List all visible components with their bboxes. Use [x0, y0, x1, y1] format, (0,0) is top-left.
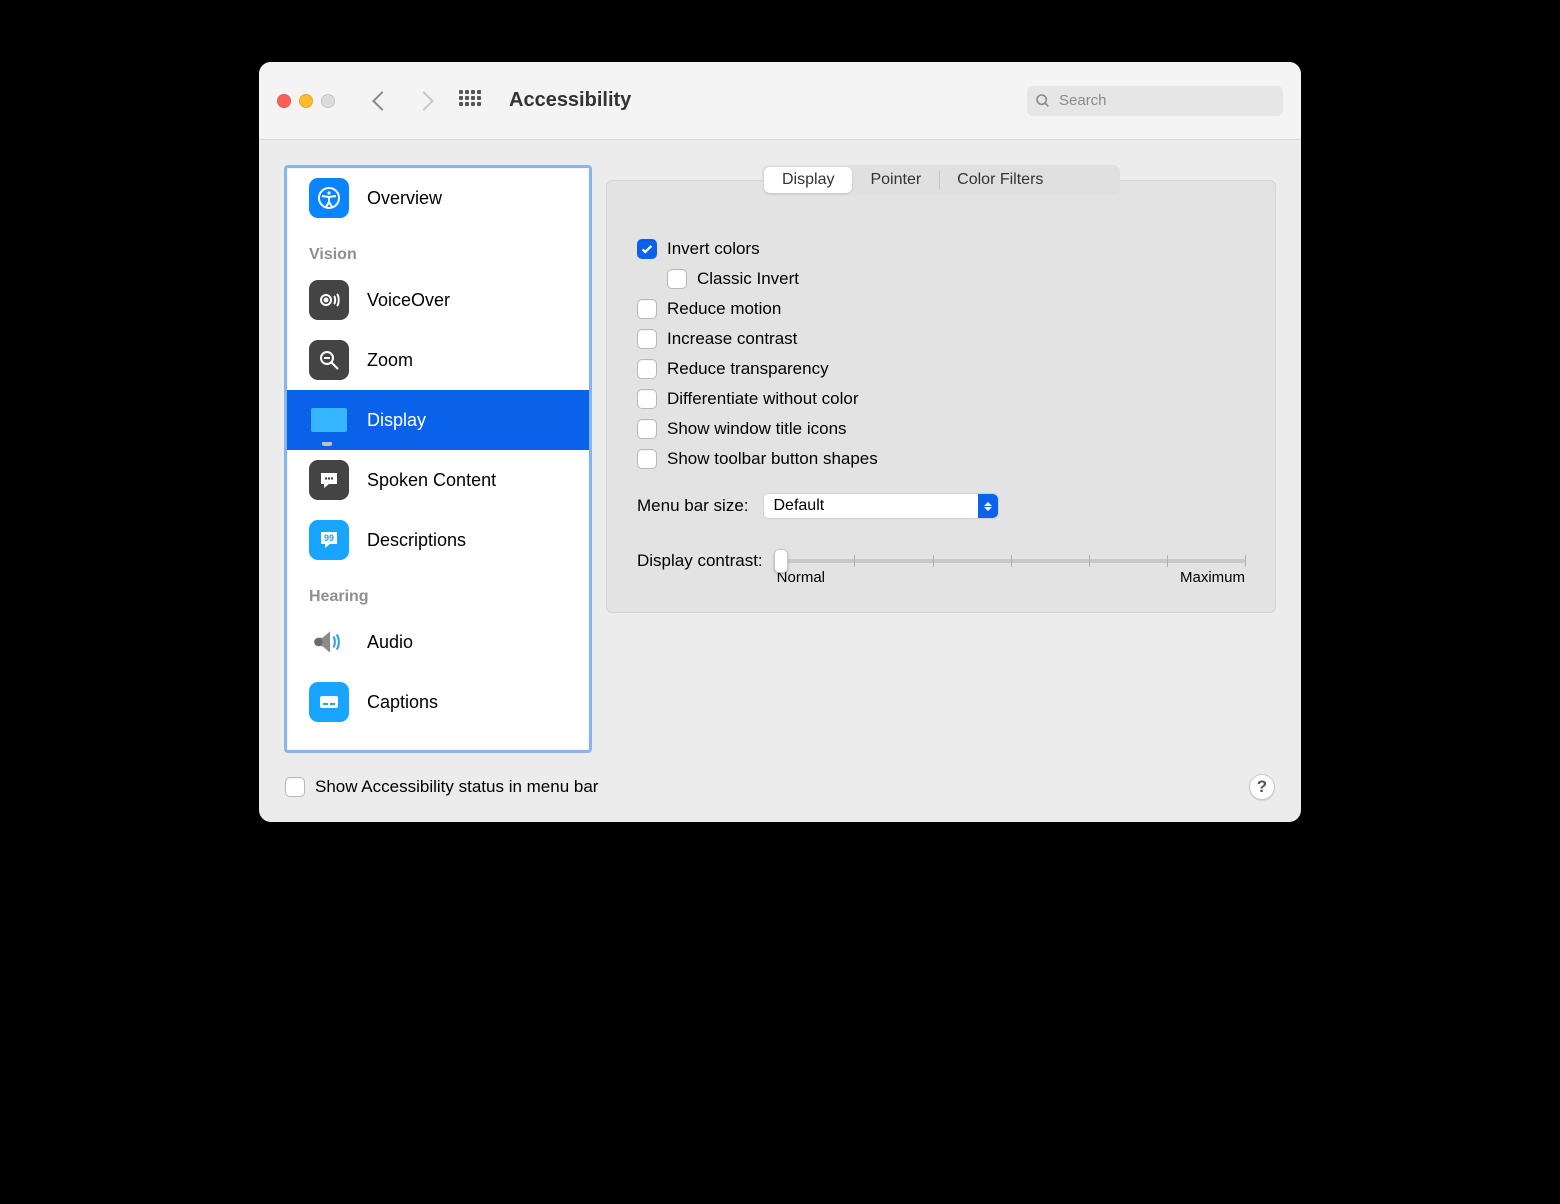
- slider-thumb[interactable]: [774, 549, 788, 573]
- sidebar-item-zoom[interactable]: Zoom: [287, 330, 589, 390]
- minimize-button[interactable]: [299, 94, 313, 108]
- accessibility-icon: [309, 178, 349, 218]
- classic-invert-checkbox[interactable]: [667, 269, 687, 289]
- sidebar-item-label: Audio: [367, 632, 413, 653]
- select-arrows-icon: [978, 494, 998, 518]
- search-input[interactable]: [1057, 91, 1275, 110]
- status-in-menu-bar-label: Show Accessibility status in menu bar: [315, 777, 598, 797]
- window-title: Accessibility: [509, 89, 631, 112]
- reduce-motion-checkbox[interactable]: [637, 299, 657, 319]
- svg-text:99: 99: [324, 533, 334, 543]
- display-icon: [309, 400, 349, 440]
- sidebar: Overview Vision VoiceOver Zoom: [284, 165, 592, 753]
- sidebar-item-voiceover[interactable]: VoiceOver: [287, 270, 589, 330]
- slider-max-label: Maximum: [1180, 569, 1245, 586]
- show-title-icons-label: Show window title icons: [667, 419, 847, 439]
- voiceover-icon: [309, 280, 349, 320]
- sidebar-item-spoken-content[interactable]: Spoken Content: [287, 450, 589, 510]
- menu-bar-size-select[interactable]: Default: [763, 493, 999, 519]
- forward-button: [414, 91, 434, 111]
- display-contrast-slider[interactable]: [777, 559, 1245, 563]
- spoken-content-icon: [309, 460, 349, 500]
- sidebar-item-label: Spoken Content: [367, 470, 496, 491]
- sidebar-item-audio[interactable]: Audio: [287, 612, 589, 672]
- nav-arrows: [375, 94, 431, 108]
- status-in-menu-bar-checkbox[interactable]: [285, 777, 305, 797]
- tabs: Display Pointer Color Filters: [762, 165, 1120, 195]
- tab-display[interactable]: Display: [764, 167, 852, 193]
- footer: Show Accessibility status in menu bar ?: [259, 774, 1301, 822]
- increase-contrast-label: Increase contrast: [667, 329, 797, 349]
- show-title-icons-checkbox[interactable]: [637, 419, 657, 439]
- reduce-transparency-checkbox[interactable]: [637, 359, 657, 379]
- section-header-vision: Vision: [287, 228, 589, 270]
- window-controls: [277, 94, 335, 108]
- show-all-prefs-button[interactable]: [459, 90, 481, 112]
- sidebar-item-label: Overview: [367, 188, 442, 209]
- sidebar-item-label: VoiceOver: [367, 290, 450, 311]
- display-settings-box: Invert colors Classic Invert Reduce moti…: [606, 180, 1276, 613]
- captions-icon: [309, 682, 349, 722]
- settings-panel: Display Pointer Color Filters Invert col…: [606, 165, 1276, 753]
- search-field[interactable]: [1027, 86, 1283, 116]
- sidebar-item-descriptions[interactable]: 99 Descriptions: [287, 510, 589, 570]
- sidebar-item-label: Descriptions: [367, 530, 466, 551]
- show-toolbar-shapes-label: Show toolbar button shapes: [667, 449, 878, 469]
- tab-pointer[interactable]: Pointer: [852, 167, 939, 193]
- invert-colors-label: Invert colors: [667, 239, 760, 259]
- zoom-button[interactable]: [321, 94, 335, 108]
- search-icon: [1035, 93, 1051, 109]
- accessibility-window: Accessibility Overview Vision: [259, 62, 1301, 822]
- descriptions-icon: 99: [309, 520, 349, 560]
- reduce-transparency-label: Reduce transparency: [667, 359, 829, 379]
- menu-bar-size-value: Default: [774, 497, 825, 515]
- back-button[interactable]: [372, 91, 392, 111]
- reduce-motion-label: Reduce motion: [667, 299, 781, 319]
- classic-invert-label: Classic Invert: [697, 269, 799, 289]
- sidebar-item-label: Zoom: [367, 350, 413, 371]
- increase-contrast-checkbox[interactable]: [637, 329, 657, 349]
- sidebar-item-label: Display: [367, 410, 426, 431]
- display-contrast-label: Display contrast:: [637, 551, 763, 571]
- show-toolbar-shapes-checkbox[interactable]: [637, 449, 657, 469]
- sidebar-item-captions[interactable]: Captions: [287, 672, 589, 732]
- section-header-hearing: Hearing: [287, 570, 589, 612]
- titlebar: Accessibility: [259, 62, 1301, 140]
- zoom-icon: [309, 340, 349, 380]
- differentiate-label: Differentiate without color: [667, 389, 859, 409]
- tab-color-filters[interactable]: Color Filters: [939, 167, 1061, 193]
- close-button[interactable]: [277, 94, 291, 108]
- sidebar-item-overview[interactable]: Overview: [287, 168, 589, 228]
- sidebar-item-label: Captions: [367, 692, 438, 713]
- audio-icon: [309, 622, 349, 662]
- differentiate-checkbox[interactable]: [637, 389, 657, 409]
- menu-bar-size-label: Menu bar size:: [637, 496, 749, 516]
- invert-colors-checkbox[interactable]: [637, 239, 657, 259]
- sidebar-item-display[interactable]: Display: [287, 390, 589, 450]
